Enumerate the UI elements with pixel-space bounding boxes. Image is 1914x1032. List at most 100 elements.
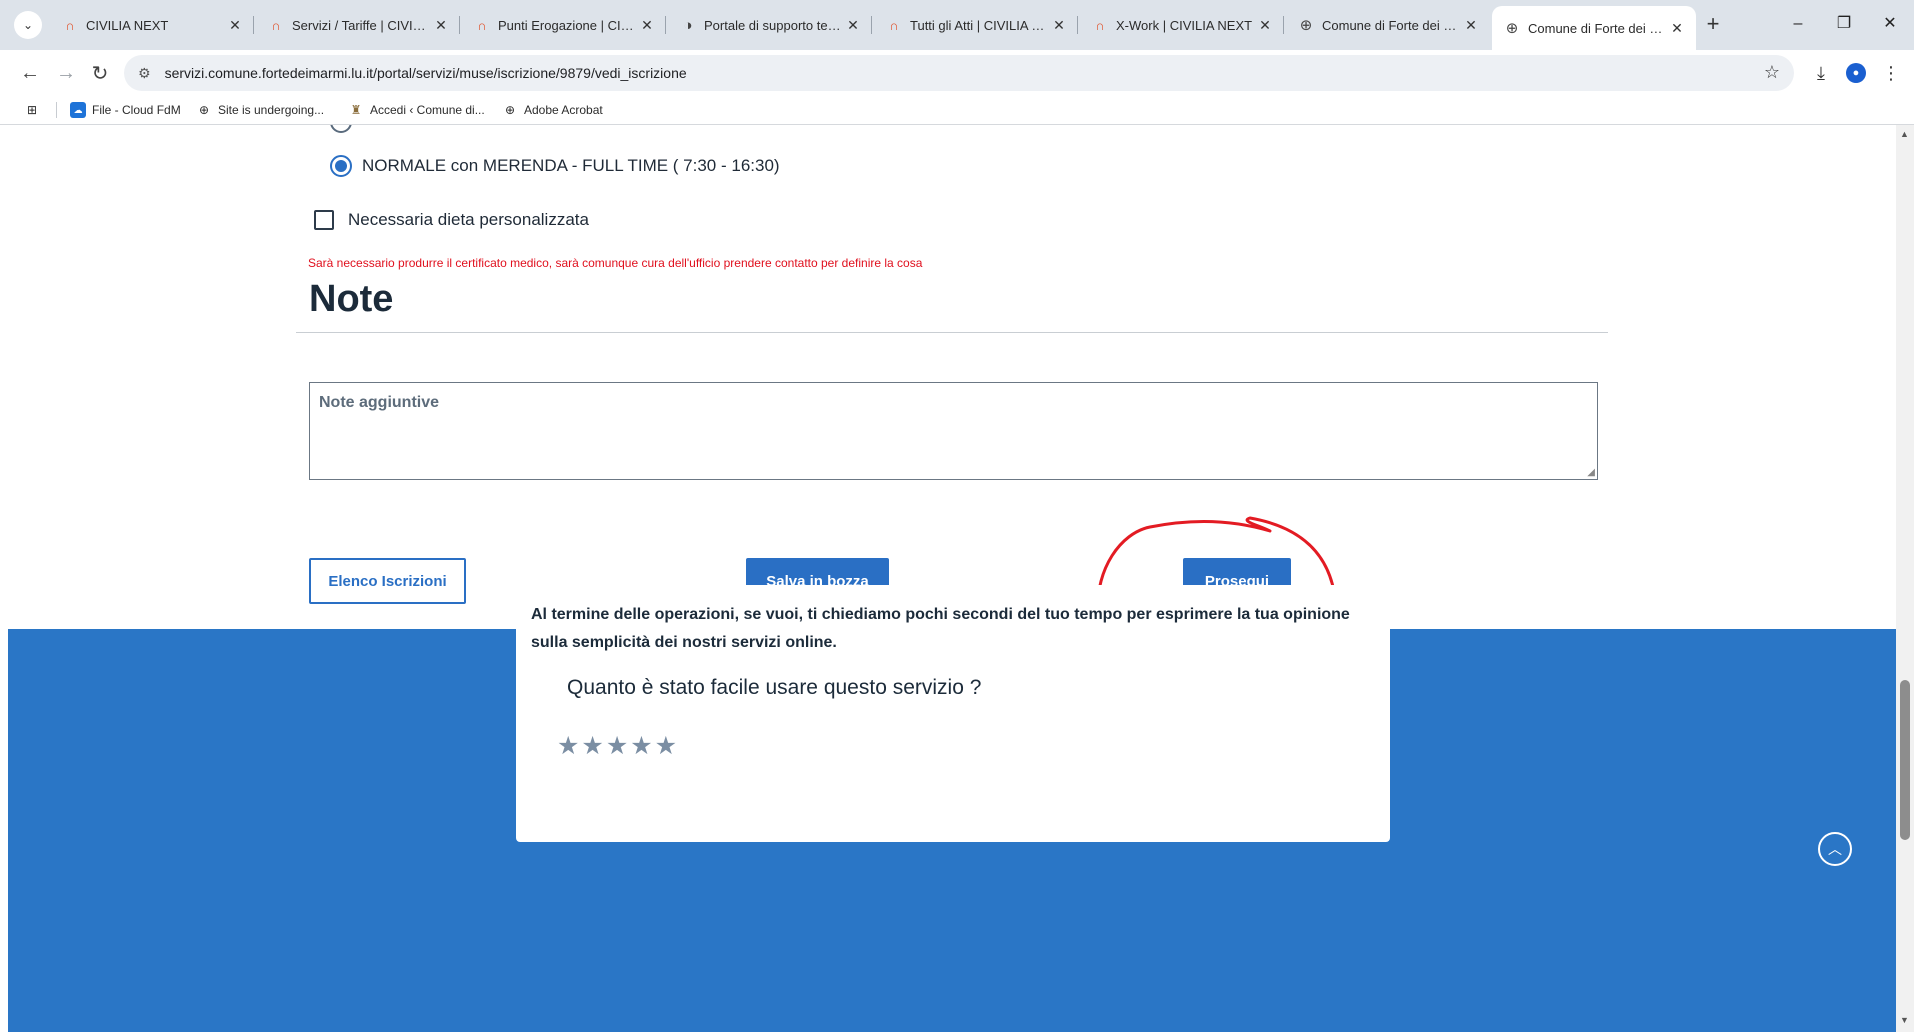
civilia-icon: ∩ [271, 17, 281, 33]
feedback-intro: Al termine delle operazioni, se vuoi, ti… [531, 606, 1350, 651]
bookmark-item[interactable]: ⊕ Adobe Acrobat [502, 100, 603, 120]
apps-grid-icon: ⊞ [26, 103, 38, 117]
tab-separator [459, 16, 460, 34]
feedback-card: Al termine delle operazioni, se vuoi, ti… [516, 585, 1390, 842]
download-icon: ⤓ [1817, 62, 1825, 83]
close-icon[interactable]: ✕ [432, 17, 450, 34]
scrollbar-thumb[interactable] [1900, 680, 1910, 840]
notes-textarea[interactable]: Note aggiuntive ◢ [309, 382, 1598, 480]
radio-option-full-time[interactable]: NORMALE con MERENDA - FULL TIME ( 7:30 -… [330, 155, 780, 177]
browser-tab[interactable]: ⊕ Comune di Forte dei Mar ✕ [1286, 6, 1490, 44]
restore-button[interactable]: ❐ [1824, 10, 1864, 38]
reload-icon: ↻ [91, 62, 109, 85]
browser-tab-active[interactable]: ⊕ Comune di Forte dei Mar ✕ [1492, 6, 1696, 50]
site-info-icon[interactable]: ⚙ [138, 65, 151, 82]
globe-icon: ⊕ [504, 103, 516, 117]
downloads-button[interactable]: ⤓ [1807, 59, 1835, 87]
civilia-icon: ∩ [1095, 17, 1105, 33]
chevron-up-icon: ︿ [1828, 841, 1842, 857]
tab-separator [253, 16, 254, 34]
civilia-icon: ∩ [889, 17, 899, 33]
tab-title: CIVILIA NEXT [86, 17, 169, 33]
browser-menu-button[interactable]: ⋮ [1877, 59, 1905, 87]
bookmarks-bar: ⊞ ☁ File - Cloud FdM ⊕ Site is undergoin… [0, 96, 1914, 125]
list-enrollments-button[interactable]: Elenco Iscrizioni [309, 558, 466, 604]
bookmark-label: Site is undergoing... [218, 103, 325, 117]
window-close-button[interactable]: ✕ [1870, 10, 1910, 38]
address-bar[interactable]: ⚙ servizi.comune.fortedeimarmi.lu.it/por… [124, 55, 1794, 91]
arrow-right-icon: → [56, 61, 76, 84]
browser-tab[interactable]: ∩ X-Work | CIVILIA NEXT ✕ [1080, 6, 1284, 44]
kebab-menu-icon: ⋮ [1882, 62, 1900, 83]
diet-checkbox[interactable] [314, 210, 334, 230]
close-icon[interactable]: ✕ [226, 17, 244, 34]
browser-tab[interactable]: ∩ Servizi / Tariffe | CIVILIA N ✕ [256, 6, 460, 44]
url-text[interactable]: servizi.comune.fortedeimarmi.lu.it/porta… [165, 65, 687, 81]
bookmark-label: Accedi ‹ Comune di... [370, 103, 485, 117]
minimize-icon: – [1793, 15, 1803, 32]
back-button[interactable]: ← [16, 59, 44, 87]
radio-option-previous[interactable] [330, 125, 352, 133]
feedback-question: Quanto è stato facile usare questo servi… [567, 676, 982, 699]
civilia-icon: ∩ [477, 17, 487, 33]
tab-title: Comune di Forte dei Mar [1322, 17, 1462, 33]
reload-button[interactable]: ↻ [86, 59, 114, 87]
tab-search-button[interactable]: ⌄ [14, 11, 42, 39]
tab-title: Comune di Forte dei Mar [1528, 20, 1668, 36]
tab-title: Portale di supporto tecnic [704, 17, 844, 33]
scroll-up-icon[interactable]: ▲ [1900, 129, 1909, 139]
tab-title: Servizi / Tariffe | CIVILIA N [292, 17, 432, 33]
globe-icon: ⊕ [1299, 17, 1313, 34]
close-icon[interactable]: ✕ [638, 17, 656, 34]
diet-checkbox-label: Necessaria dieta personalizzata [348, 210, 589, 229]
browser-toolbar: ← → ↻ ⚙ servizi.comune.fortedeimarmi.lu.… [0, 50, 1914, 96]
close-icon[interactable]: ✕ [844, 17, 862, 34]
restore-icon: ❐ [1836, 15, 1852, 32]
profile-button[interactable]: ● [1842, 59, 1870, 87]
page-gutter [0, 629, 8, 1032]
globe-icon: ⊕ [198, 103, 210, 117]
minimize-button[interactable]: – [1778, 10, 1818, 38]
browser-tab[interactable]: ∩ Tutti gli Atti | CIVILIA NEX ✕ [874, 6, 1078, 44]
apps-button[interactable]: ⊞ [24, 100, 46, 120]
plus-icon: + [1706, 11, 1720, 36]
forward-button[interactable]: → [52, 59, 80, 87]
notes-heading: Note [309, 278, 394, 320]
star-rating[interactable]: ★★★★★ [557, 731, 679, 761]
close-icon[interactable]: ✕ [1462, 17, 1480, 34]
bookmark-item[interactable]: ⊕ Site is undergoing... [196, 100, 324, 120]
arrow-left-icon: ← [20, 61, 40, 84]
close-icon[interactable]: ✕ [1050, 17, 1068, 34]
tab-title: Tutti gli Atti | CIVILIA NEX [910, 17, 1050, 33]
back-to-top-button[interactable]: ︿ [1818, 832, 1852, 866]
avatar-icon: ● [1846, 63, 1866, 83]
globe-icon: ⊕ [1505, 20, 1519, 37]
civilia-icon: ∩ [65, 17, 75, 33]
diet-checkbox-row[interactable]: Necessaria dieta personalizzata [314, 210, 589, 230]
browser-tab[interactable]: ◑ Portale di supporto tecnic ✕ [668, 6, 872, 44]
tab-separator [665, 16, 666, 34]
bookmark-label: File - Cloud FdM [92, 103, 181, 117]
radio-label: NORMALE con MERENDA - FULL TIME ( 7:30 -… [362, 156, 780, 175]
page-content: NORMALE con MERENDA - FULL TIME ( 7:30 -… [0, 125, 1896, 1032]
close-icon[interactable]: ✕ [1256, 17, 1274, 34]
browser-tab[interactable]: ∩ CIVILIA NEXT ✕ [50, 6, 254, 44]
section-divider [296, 332, 1608, 333]
close-icon[interactable]: ✕ [1668, 20, 1686, 37]
tab-separator [1283, 16, 1284, 34]
chevron-down-icon: ⌄ [22, 18, 34, 32]
radio-button[interactable] [330, 155, 352, 177]
bookmark-item[interactable]: ♜ Accedi ‹ Comune di... [348, 100, 485, 120]
bookmark-item[interactable]: ☁ File - Cloud FdM [70, 100, 181, 120]
resize-handle-icon[interactable]: ◢ [1587, 467, 1595, 478]
tab-title: X-Work | CIVILIA NEXT [1116, 17, 1253, 33]
scroll-down-icon[interactable]: ▼ [1900, 1015, 1909, 1025]
radio-dot [335, 160, 347, 172]
close-icon: ✕ [1883, 15, 1897, 32]
tab-title: Punti Erogazione | CIVILIA [498, 17, 638, 33]
star-icon[interactable]: ☆ [1764, 62, 1780, 83]
browser-tab[interactable]: ∩ Punti Erogazione | CIVILIA ✕ [462, 6, 666, 44]
page-scrollbar[interactable]: ▲ ▼ [1896, 125, 1914, 1032]
new-tab-button[interactable]: + [1700, 12, 1726, 36]
notes-placeholder: Note aggiuntive [319, 394, 440, 411]
